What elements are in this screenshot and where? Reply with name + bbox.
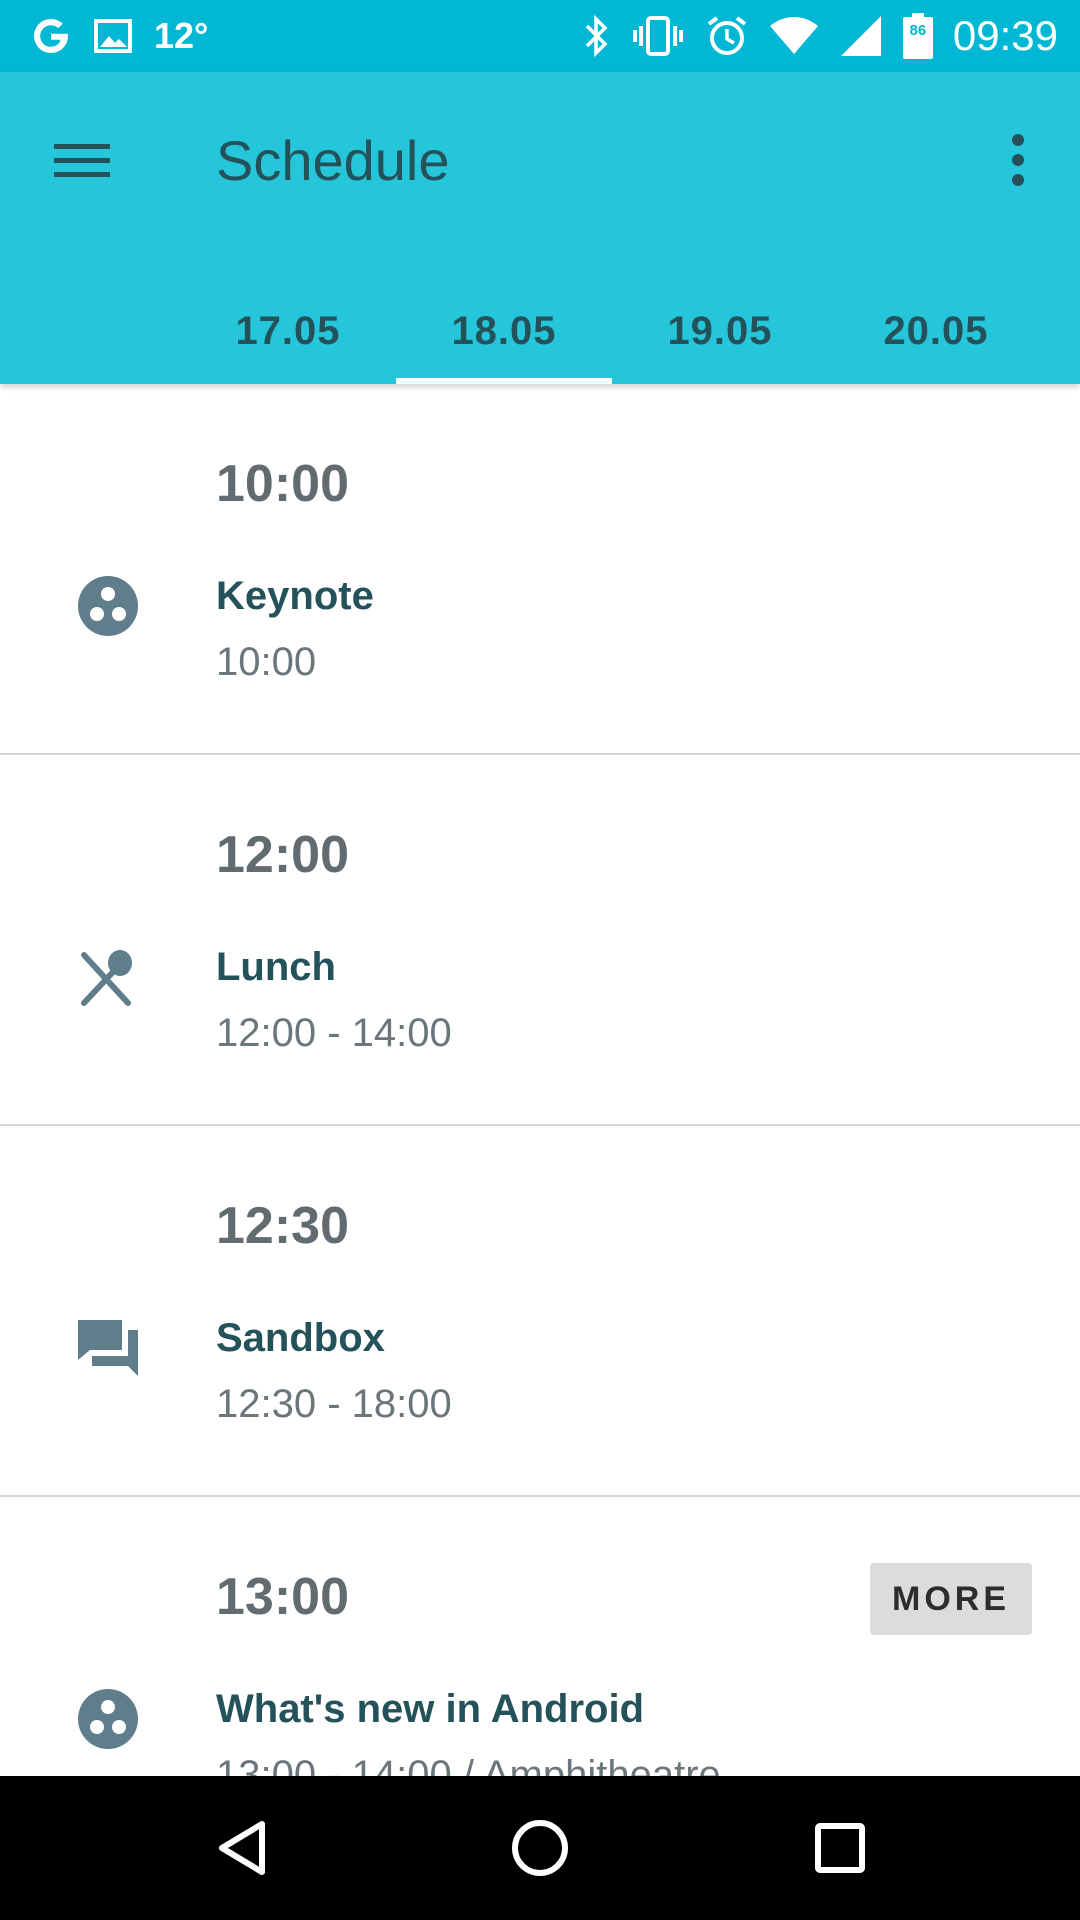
bluetooth-icon (583, 14, 611, 58)
alarm-icon (705, 14, 749, 58)
session-title: What's new in Android (216, 1687, 645, 1731)
page-title: Schedule (216, 129, 450, 192)
image-icon (94, 19, 132, 53)
time-slot: 13:00 MORE What's new in Android 13:00 -… (0, 1497, 1080, 1776)
more-vert-icon[interactable] (986, 128, 1050, 192)
battery-level: 86 (909, 22, 927, 39)
session-time: 12:00 - 14:00 (216, 1011, 452, 1055)
session-time: 10:00 (216, 640, 317, 684)
app-bar: Schedule 17.05 18.05 19.05 20.05 (0, 72, 1080, 384)
home-icon[interactable] (500, 1808, 580, 1888)
session-title: Sandbox (216, 1316, 385, 1360)
session-title: Lunch (216, 945, 336, 989)
slot-time: 10:00 (216, 455, 349, 513)
date-tabs: 17.05 18.05 19.05 20.05 (180, 278, 1044, 384)
keynote-icon (76, 1687, 140, 1751)
session-title: Keynote (216, 574, 374, 618)
tab-18-05[interactable]: 18.05 (396, 278, 612, 384)
schedule-list[interactable]: 10:00 Keynote 10:00 12:00 Lunch 12:00 - … (0, 384, 1080, 1776)
time-slot: 10:00 Keynote 10:00 (0, 384, 1080, 755)
food-icon (76, 945, 140, 1009)
slot-time: 12:00 (216, 826, 349, 884)
temperature: 12° (154, 15, 209, 56)
wifi-icon (769, 16, 819, 56)
more-button[interactable]: MORE (870, 1563, 1032, 1635)
hamburger-menu-icon[interactable] (50, 128, 114, 192)
slot-time: 12:30 (216, 1197, 349, 1255)
recents-icon[interactable] (800, 1808, 880, 1888)
tab-20-05[interactable]: 20.05 (828, 278, 1044, 384)
signal-icon (839, 14, 883, 58)
time-slot: 12:00 Lunch 12:00 - 14:00 (0, 755, 1080, 1126)
google-icon (30, 15, 72, 57)
back-icon[interactable] (202, 1808, 282, 1888)
vibrate-icon (631, 14, 685, 58)
status-bar: 12° 86 09:39 (0, 0, 1080, 72)
session-item[interactable]: What's new in Android 13:00 - 14:00 / Am… (0, 1687, 1080, 1776)
session-item[interactable]: Lunch 12:00 - 14:00 (0, 945, 1080, 1075)
session-item[interactable]: Sandbox 12:30 - 18:00 (0, 1316, 1080, 1446)
tab-17-05[interactable]: 17.05 (180, 278, 396, 384)
navigation-bar (0, 1776, 1080, 1920)
tab-19-05[interactable]: 19.05 (612, 278, 828, 384)
keynote-icon (76, 574, 140, 638)
session-time: 12:30 - 18:00 (216, 1382, 452, 1426)
battery-icon: 86 (902, 13, 933, 59)
slot-time: 13:00 (216, 1568, 349, 1626)
time-slot: 12:30 Sandbox 12:30 - 18:00 (0, 1126, 1080, 1497)
forum-icon (76, 1316, 140, 1380)
clock: 09:39 (952, 12, 1058, 59)
session-time: 13:00 - 14:00 / Amphitheatre (216, 1753, 721, 1776)
session-item[interactable]: Keynote 10:00 (0, 574, 1080, 704)
